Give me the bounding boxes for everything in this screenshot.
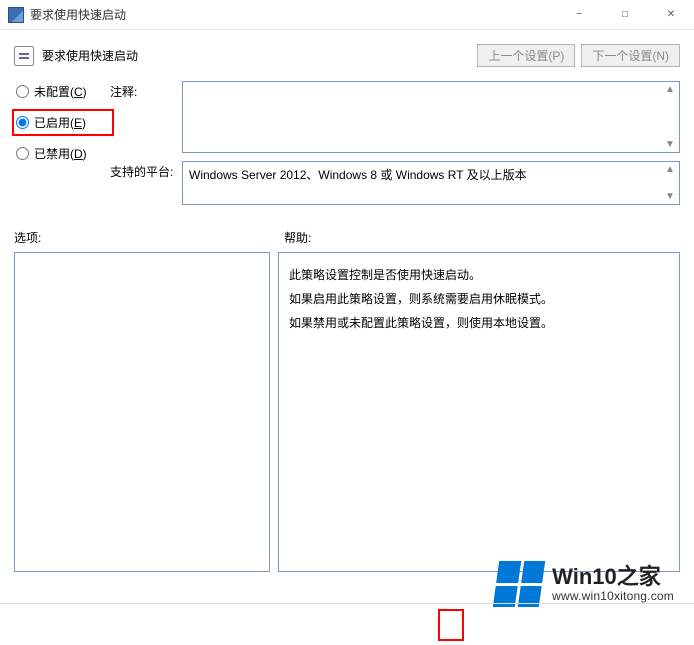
app-icon bbox=[8, 7, 24, 23]
state-radios: 未配置(C) 已启用(E) 已禁用(D) bbox=[14, 81, 110, 213]
maximize-button[interactable]: □ bbox=[602, 0, 648, 29]
config-row: 未配置(C) 已启用(E) 已禁用(D) 注释: ▲ ▼ 支持的平台: bbox=[14, 81, 680, 213]
watermark-text: Win10之家 www.win10xitong.com bbox=[552, 565, 674, 602]
radio-disabled[interactable]: 已禁用(D) bbox=[14, 145, 110, 162]
policy-icon bbox=[14, 46, 34, 66]
scroll-up-icon[interactable]: ▲ bbox=[663, 164, 677, 175]
platform-textarea: Windows Server 2012、Windows 8 或 Windows … bbox=[182, 161, 680, 205]
platform-row: 支持的平台: Windows Server 2012、Windows 8 或 W… bbox=[110, 161, 680, 205]
help-p3: 如果禁用或未配置此策略设置，则使用本地设置。 bbox=[289, 311, 669, 335]
policy-title: 要求使用快速启动 bbox=[42, 47, 471, 64]
help-label: 帮助: bbox=[284, 229, 680, 246]
comment-label: 注释: bbox=[110, 81, 182, 153]
platform-value: Windows Server 2012、Windows 8 或 Windows … bbox=[189, 168, 527, 182]
close-button[interactable]: ✕ bbox=[648, 0, 694, 29]
next-setting-button[interactable]: 下一个设置(N) bbox=[581, 44, 680, 67]
radio-not-configured[interactable]: 未配置(C) bbox=[14, 83, 110, 100]
highlight-enabled bbox=[12, 109, 114, 136]
next-setting-label: 下一个设置(N) bbox=[592, 47, 669, 64]
previous-setting-button[interactable]: 上一个设置(P) bbox=[477, 44, 575, 67]
radio-disabled-label: 已禁用(D) bbox=[34, 145, 87, 162]
dialog-content: 要求使用快速启动 上一个设置(P) 下一个设置(N) 未配置(C) 已启用(E)… bbox=[0, 30, 694, 572]
watermark: Win10之家 www.win10xitong.com bbox=[496, 561, 674, 607]
watermark-url: www.win10xitong.com bbox=[552, 590, 674, 603]
radio-disabled-input[interactable] bbox=[16, 147, 29, 160]
watermark-brand: Win10之家 bbox=[552, 565, 674, 589]
panes: 此策略设置控制是否使用快速启动。 如果启用此策略设置，则系统需要启用休眠模式。 … bbox=[14, 252, 680, 572]
help-p2: 如果启用此策略设置，则系统需要启用休眠模式。 bbox=[289, 287, 669, 311]
comment-textarea[interactable]: ▲ ▼ bbox=[182, 81, 680, 153]
section-labels: 选项: 帮助: bbox=[14, 229, 680, 246]
window-controls: − □ ✕ bbox=[556, 0, 694, 29]
scroll-down-icon[interactable]: ▼ bbox=[663, 139, 677, 150]
scroll-up-icon[interactable]: ▲ bbox=[663, 84, 677, 95]
radio-enabled[interactable]: 已启用(E) bbox=[14, 114, 110, 131]
window-title: 要求使用快速启动 bbox=[30, 6, 556, 23]
minimize-button[interactable]: − bbox=[556, 0, 602, 29]
button-strip bbox=[0, 603, 694, 645]
options-label: 选项: bbox=[14, 229, 284, 246]
fields-column: 注释: ▲ ▼ 支持的平台: Windows Server 2012、Windo… bbox=[110, 81, 680, 213]
previous-setting-label: 上一个设置(P) bbox=[488, 47, 564, 64]
header-row: 要求使用快速启动 上一个设置(P) 下一个设置(N) bbox=[14, 44, 680, 67]
radio-not-configured-label: 未配置(C) bbox=[34, 83, 87, 100]
windows-logo-icon bbox=[493, 561, 545, 607]
titlebar: 要求使用快速启动 − □ ✕ bbox=[0, 0, 694, 30]
help-p1: 此策略设置控制是否使用快速启动。 bbox=[289, 263, 669, 287]
scroll-down-icon[interactable]: ▼ bbox=[663, 191, 677, 202]
options-pane[interactable] bbox=[14, 252, 270, 572]
platform-label: 支持的平台: bbox=[110, 161, 182, 205]
radio-not-configured-input[interactable] bbox=[16, 85, 29, 98]
highlight-ok-button bbox=[438, 609, 464, 641]
comment-row: 注释: ▲ ▼ bbox=[110, 81, 680, 153]
help-pane[interactable]: 此策略设置控制是否使用快速启动。 如果启用此策略设置，则系统需要启用休眠模式。 … bbox=[278, 252, 680, 572]
